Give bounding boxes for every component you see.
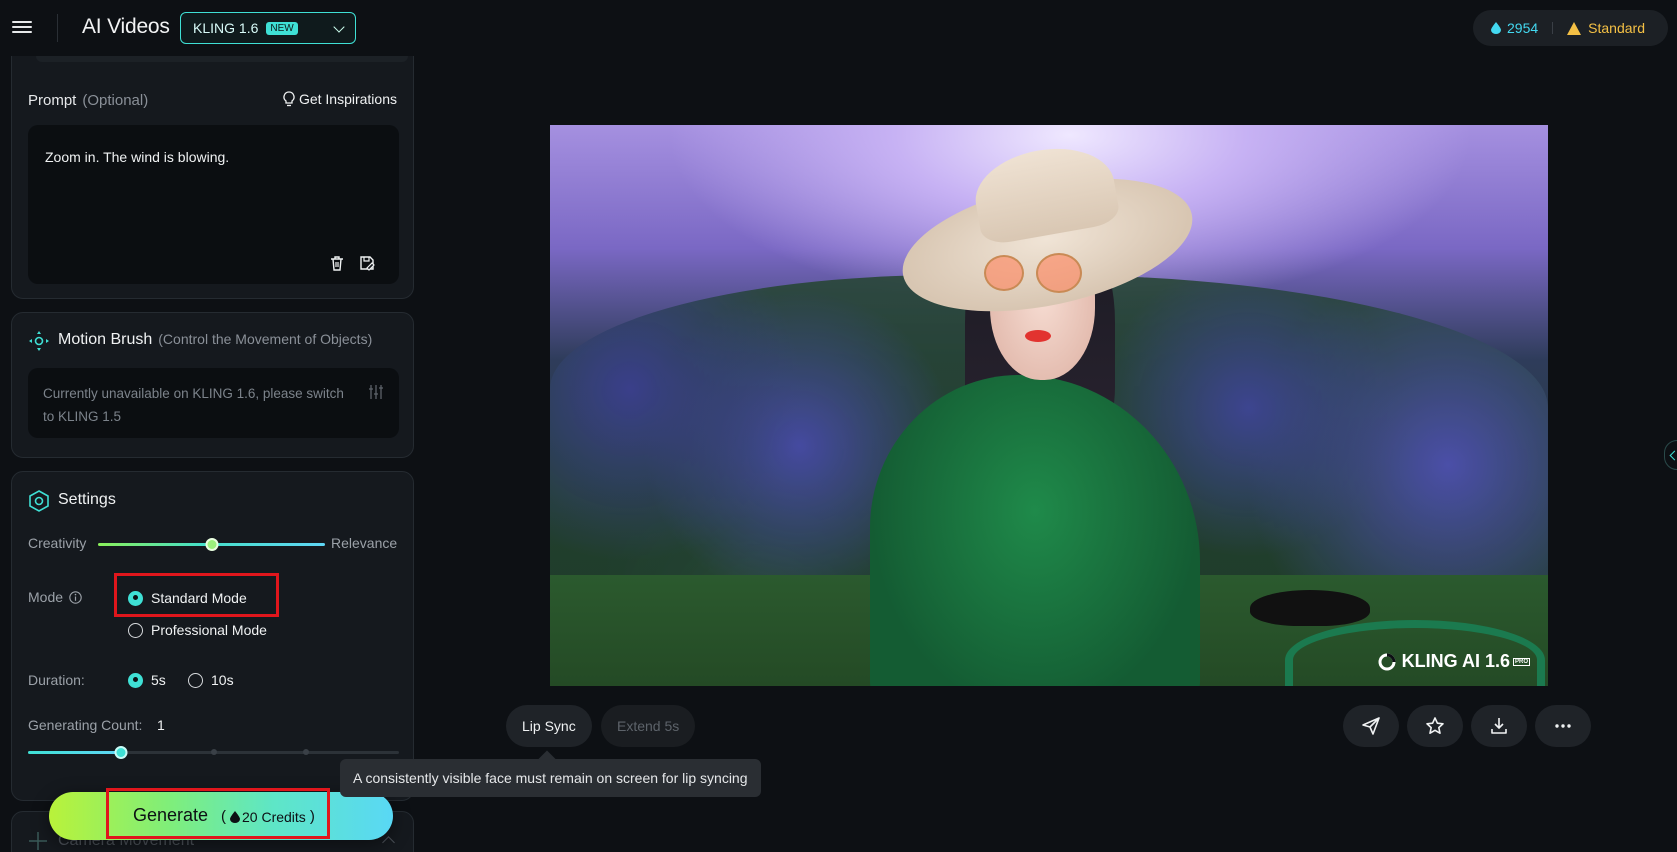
info-icon[interactable] (69, 590, 82, 604)
radio-unselected (188, 672, 203, 688)
more-dots-icon (1555, 724, 1571, 728)
download-button[interactable] (1471, 705, 1527, 747)
video-preview[interactable]: KLING AI 1.6 PRO (550, 125, 1548, 686)
model-select[interactable]: KLING 1.6 NEW (180, 12, 356, 44)
prompt-optional-text: (Optional) (82, 92, 149, 109)
plan-icon (1567, 21, 1582, 35)
mode-label: Mode (28, 589, 82, 605)
slider-tick (210, 749, 217, 755)
star-icon (1426, 717, 1444, 734)
generating-count-label: Generating Count: (28, 717, 143, 733)
credits-count: 2954 (1507, 20, 1539, 36)
trash-icon[interactable] (329, 255, 345, 271)
watermark-pro-badge: PRO (1512, 657, 1530, 666)
image-upload-edge (36, 56, 408, 62)
duration-5s-radio[interactable]: 5s (128, 672, 166, 688)
standard-mode-highlight (114, 573, 279, 617)
new-badge: NEW (266, 21, 298, 35)
chevron-up-icon[interactable] (382, 836, 395, 849)
plan-label: Standard (1588, 20, 1645, 36)
left-panel: Prompt (Optional) Get Inspirations Zoom i… (0, 56, 416, 852)
motion-brush-card: Motion Brush (Control the Movement of Obj… (11, 312, 414, 458)
credit-drop-icon (1491, 22, 1501, 34)
lightbulb-icon (283, 91, 295, 107)
get-inspirations-button[interactable]: Get Inspirations (283, 91, 397, 107)
motion-brush-title: Motion Brush (Control the Movement of Obj… (58, 331, 372, 349)
generate-highlight (106, 788, 330, 839)
radio-unselected (128, 622, 143, 638)
settings-title: Settings (58, 491, 116, 508)
pill-divider (1552, 22, 1554, 34)
settings-card: Settings Creativity Relevance Mode Stand… (11, 471, 414, 801)
prompt-label: Prompt (Optional) (28, 92, 148, 109)
duration-10s-label: 10s (211, 672, 234, 688)
camera-movement-icon (29, 832, 47, 850)
page-title: AI Videos (82, 15, 170, 38)
lip-sync-tooltip: A consistently visible face must remain … (340, 759, 761, 797)
watermark-text: KLING AI 1.6 (1401, 651, 1510, 671)
generating-count-thumb[interactable] (114, 746, 128, 759)
prompt-input[interactable]: Zoom in. The wind is blowing. (28, 125, 399, 284)
favorite-button[interactable] (1407, 705, 1463, 747)
generating-count-value: 1 (157, 717, 165, 733)
get-inspirations-label: Get Inspirations (298, 91, 397, 107)
prompt-text: Zoom in. The wind is blowing. (45, 149, 230, 165)
download-icon (1491, 718, 1507, 734)
radio-selected (128, 672, 143, 688)
motion-brush-box: Currently unavailable on KLING 1.6, plea… (28, 368, 399, 438)
professional-mode-label: Professional Mode (151, 622, 267, 638)
motion-brush-subtitle: (Control the Movement of Objects) (158, 331, 373, 347)
side-panel-toggle[interactable] (1664, 440, 1677, 470)
duration-label: Duration: (28, 672, 85, 688)
slider-tick (303, 749, 310, 755)
lip-sync-button[interactable]: Lip Sync (506, 705, 592, 747)
bicycle-seat (1250, 590, 1370, 626)
sliders-icon (369, 385, 383, 399)
creativity-slider[interactable] (98, 538, 325, 551)
more-options-button[interactable] (1535, 705, 1591, 747)
model-name: KLING 1.6 (193, 20, 259, 36)
save-prompt-icon[interactable] (359, 255, 375, 271)
relevance-label: Relevance (331, 535, 398, 551)
motion-brush-note: Currently unavailable on KLING 1.6, plea… (43, 386, 344, 424)
settings-hexagon-icon (29, 490, 49, 512)
chevron-down-icon (333, 21, 345, 33)
creativity-slider-thumb[interactable] (205, 538, 218, 551)
duration-10s-radio[interactable]: 10s (188, 672, 234, 688)
kling-watermark: KLING AI 1.6 PRO (1377, 651, 1530, 672)
header-divider (57, 14, 58, 42)
extend-button[interactable]: Extend 5s (601, 705, 696, 747)
generating-count-slider[interactable] (28, 746, 399, 759)
sunglasses-lens (1036, 253, 1082, 293)
motion-brush-title-text: Motion Brush (58, 331, 153, 348)
share-button[interactable] (1343, 705, 1399, 747)
menu-icon[interactable] (12, 18, 32, 36)
professional-mode-radio[interactable]: Professional Mode (128, 622, 267, 638)
sunglasses-lens (984, 255, 1024, 291)
prompt-card: Prompt (Optional) Get Inspirations Zoom i… (11, 56, 414, 299)
generating-count-fill (28, 751, 121, 754)
creativity-label: Creativity (28, 535, 87, 551)
mode-label-text: Mode (28, 589, 64, 605)
figure-lips (1025, 330, 1051, 342)
kling-logo-icon (1378, 653, 1396, 670)
motion-brush-icon (29, 331, 49, 351)
account-pill[interactable]: 2954 Standard (1473, 10, 1668, 46)
top-bar: AI Videos KLING 1.6 NEW 2954 Standard (0, 0, 1677, 56)
send-icon (1362, 717, 1380, 735)
duration-5s-label: 5s (151, 672, 166, 688)
prompt-label-text: Prompt (28, 92, 77, 109)
